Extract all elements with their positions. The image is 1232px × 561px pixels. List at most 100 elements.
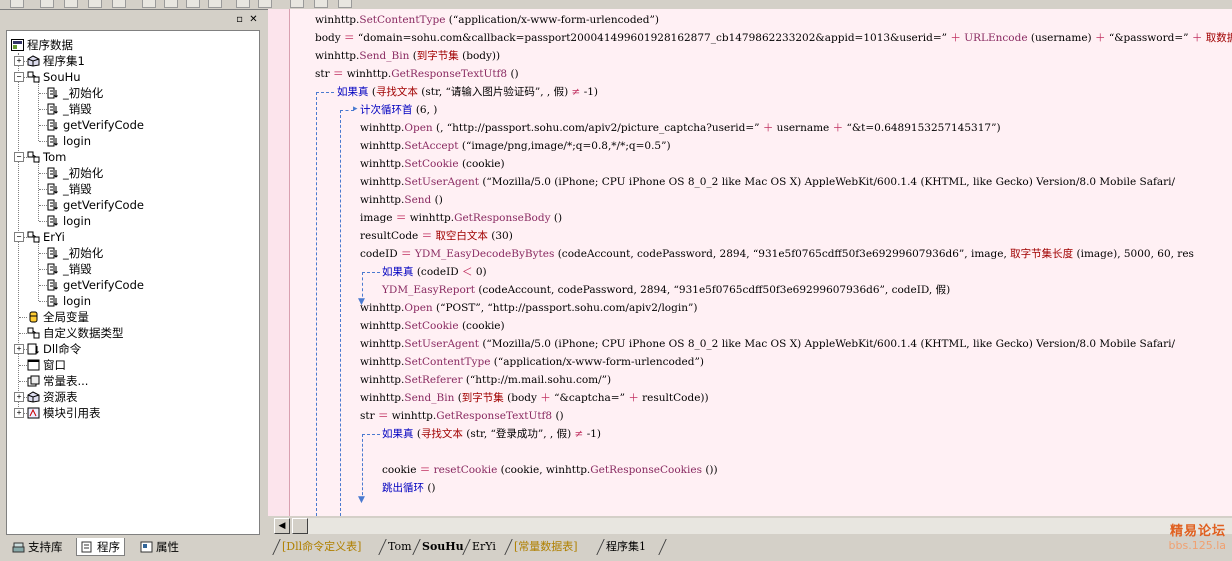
tree-item[interactable]: 模块引用表 [27, 405, 101, 421]
tree-item[interactable]: _初始化 [47, 165, 103, 181]
tab-program[interactable]: 程序 [76, 538, 125, 556]
tab-separator [412, 539, 421, 555]
code-line[interactable]: codeID ＝ YDM_EasyDecodeByBytes (codeAcco… [360, 245, 1194, 263]
method-icon [47, 247, 60, 259]
code-line[interactable]: cookie ＝ resetCookie (cookie, winhttp.Ge… [382, 461, 718, 479]
tree-item[interactable]: _初始化 [47, 85, 103, 101]
expand-toggle[interactable]: + [14, 56, 24, 66]
code-line[interactable]: image ＝ winhttp.GetResponseBody () [360, 209, 562, 227]
editor-tab[interactable]: ErYi [472, 539, 496, 555]
toolbar-button[interactable] [258, 0, 272, 8]
tree-item[interactable]: _初始化 [47, 245, 103, 261]
scroll-thumb[interactable] [292, 518, 308, 534]
code-line[interactable]: winhttp.Open (“POST”, “http://passport.s… [360, 299, 697, 317]
toolbar-button[interactable] [208, 0, 222, 8]
editor-tab[interactable]: Tom [388, 539, 412, 555]
tree-item[interactable]: 窗口 [27, 357, 66, 373]
code-line[interactable]: 计次循环首 (6, ) [360, 101, 437, 119]
code-line[interactable]: winhttp.Open (, “http://passport.sohu.co… [360, 119, 1001, 137]
tree-item-label: _销毁 [63, 102, 92, 116]
tab-properties[interactable]: 属性 [136, 538, 183, 556]
toolbar-button[interactable] [164, 0, 178, 8]
code-line[interactable]: winhttp.SetContentType (“application/x-w… [315, 11, 659, 29]
tree-item[interactable]: _销毁 [47, 261, 92, 277]
code-line[interactable]: winhttp.Send () [360, 191, 443, 209]
toolbar-button[interactable] [290, 0, 304, 8]
toolbar-button[interactable] [112, 0, 126, 8]
code-line[interactable]: body ＝ “domain=sohu.com&callback=passpor… [315, 29, 1232, 47]
code-line[interactable]: str ＝ winhttp.GetResponseTextUtf8 () [315, 65, 519, 83]
tree-item[interactable]: Tom [27, 149, 66, 165]
tab-support-library[interactable]: 支持库 [8, 538, 67, 556]
project-tree[interactable]: 程序数据 + 程序集1− SouHu _初始化 _销毁 getVerifyCode login… [6, 30, 260, 535]
horizontal-scrollbar[interactable]: ◀ [268, 517, 1232, 535]
toolbar-button[interactable] [142, 0, 156, 8]
toolbar-button[interactable] [236, 0, 250, 8]
tree-item[interactable]: 全局变量 [27, 309, 89, 325]
code-line[interactable]: winhttp.Send_Bin (到字节集 (body ＋ “&captcha… [360, 389, 709, 407]
code-area[interactable]: winhttp.SetContentType (“application/x-w… [290, 9, 1232, 516]
tree-item[interactable]: _销毁 [47, 101, 92, 117]
code-line[interactable]: YDM_EasyReport (codeAccount, codePasswor… [382, 281, 950, 299]
code-line[interactable]: 如果真 (寻找文本 (str, “请输入图片验证码”, , 假) ≠ -1) [337, 83, 598, 101]
toolbar-button[interactable] [338, 0, 352, 8]
pin-icon[interactable]: ▫ [234, 14, 245, 25]
tree-item[interactable]: 自定义数据类型 [27, 325, 124, 341]
tree-item[interactable]: 常量表... [27, 373, 88, 389]
code-line[interactable]: winhttp.Send_Bin (到字节集 (body)) [315, 47, 500, 65]
code-line[interactable]: resultCode ＝ 取空白文本 (30) [360, 227, 513, 245]
toolbar-button[interactable] [40, 0, 54, 8]
code-line[interactable]: winhttp.SetReferer (“http://m.mail.sohu.… [360, 371, 611, 389]
tree-item[interactable]: 程序集1 [27, 53, 85, 69]
flow-guide-line [362, 272, 380, 273]
close-icon[interactable]: ✕ [248, 14, 259, 25]
collapse-toggle[interactable]: − [14, 72, 24, 82]
toolbar-button[interactable] [186, 0, 200, 8]
method-icon [47, 103, 60, 115]
code-line[interactable]: winhttp.SetUserAgent (“Mozilla/5.0 (iPho… [360, 335, 1175, 353]
code-line[interactable]: winhttp.SetUserAgent (“Mozilla/5.0 (iPho… [360, 173, 1175, 191]
tree-item[interactable]: Dll命令 [27, 341, 81, 357]
editor-tab[interactable]: SouHu [422, 539, 464, 555]
editor-tab[interactable]: 程序集1 [606, 539, 646, 555]
tree-item[interactable]: _销毁 [47, 181, 92, 197]
code-line[interactable]: 跳出循环 () [382, 479, 436, 497]
expand-toggle[interactable]: + [14, 344, 24, 354]
collapse-toggle[interactable]: − [14, 152, 24, 162]
tab-separator [272, 539, 281, 555]
editor-tab[interactable]: [常量数据表] [514, 539, 578, 555]
code-line[interactable]: 如果真 (寻找文本 (str, “登录成功”, , 假) ≠ -1) [382, 425, 601, 443]
tree-item-label: _销毁 [63, 262, 92, 276]
tree-item[interactable]: SouHu [27, 69, 81, 85]
scroll-track[interactable] [308, 518, 1232, 534]
datatype-icon [27, 327, 40, 339]
code-line[interactable]: str ＝ winhttp.GetResponseTextUtf8 () [360, 407, 564, 425]
tree-item[interactable]: login [47, 133, 91, 149]
tree-item[interactable]: ErYi [27, 229, 65, 245]
scroll-left-button[interactable]: ◀ [274, 518, 290, 534]
toolbar-button[interactable] [314, 0, 328, 8]
toolbar-button[interactable] [64, 0, 78, 8]
code-line[interactable]: winhttp.SetCookie (cookie) [360, 155, 505, 173]
tree-item[interactable]: getVerifyCode [47, 277, 144, 293]
editor-tab[interactable]: [Dll命令定义表] [282, 539, 361, 555]
code-line[interactable]: 如果真 (codeID ＜ 0) [382, 263, 487, 281]
toolbar-button[interactable] [10, 0, 24, 8]
tree-item[interactable]: getVerifyCode [47, 117, 144, 133]
tree-item[interactable]: login [47, 213, 91, 229]
code-line[interactable]: winhttp.SetContentType (“application/x-w… [360, 353, 704, 371]
tree-item[interactable]: 资源表 [27, 389, 78, 405]
tree-item-label: 模块引用表 [43, 406, 101, 420]
tree-item[interactable]: 程序数据 [11, 37, 73, 53]
tree-item[interactable]: login [47, 293, 91, 309]
tree-item[interactable]: getVerifyCode [47, 197, 144, 213]
collapse-toggle[interactable]: − [14, 232, 24, 242]
method-icon [47, 263, 60, 275]
expand-toggle[interactable]: + [14, 408, 24, 418]
tree-item-label: login [63, 294, 92, 308]
code-editor[interactable]: winhttp.SetContentType (“application/x-w… [268, 9, 1232, 516]
code-line[interactable]: winhttp.SetAccept (“image/png,image/*;q=… [360, 137, 671, 155]
code-line[interactable]: winhttp.SetCookie (cookie) [360, 317, 505, 335]
expand-toggle[interactable]: + [14, 392, 24, 402]
toolbar-button[interactable] [88, 0, 102, 8]
